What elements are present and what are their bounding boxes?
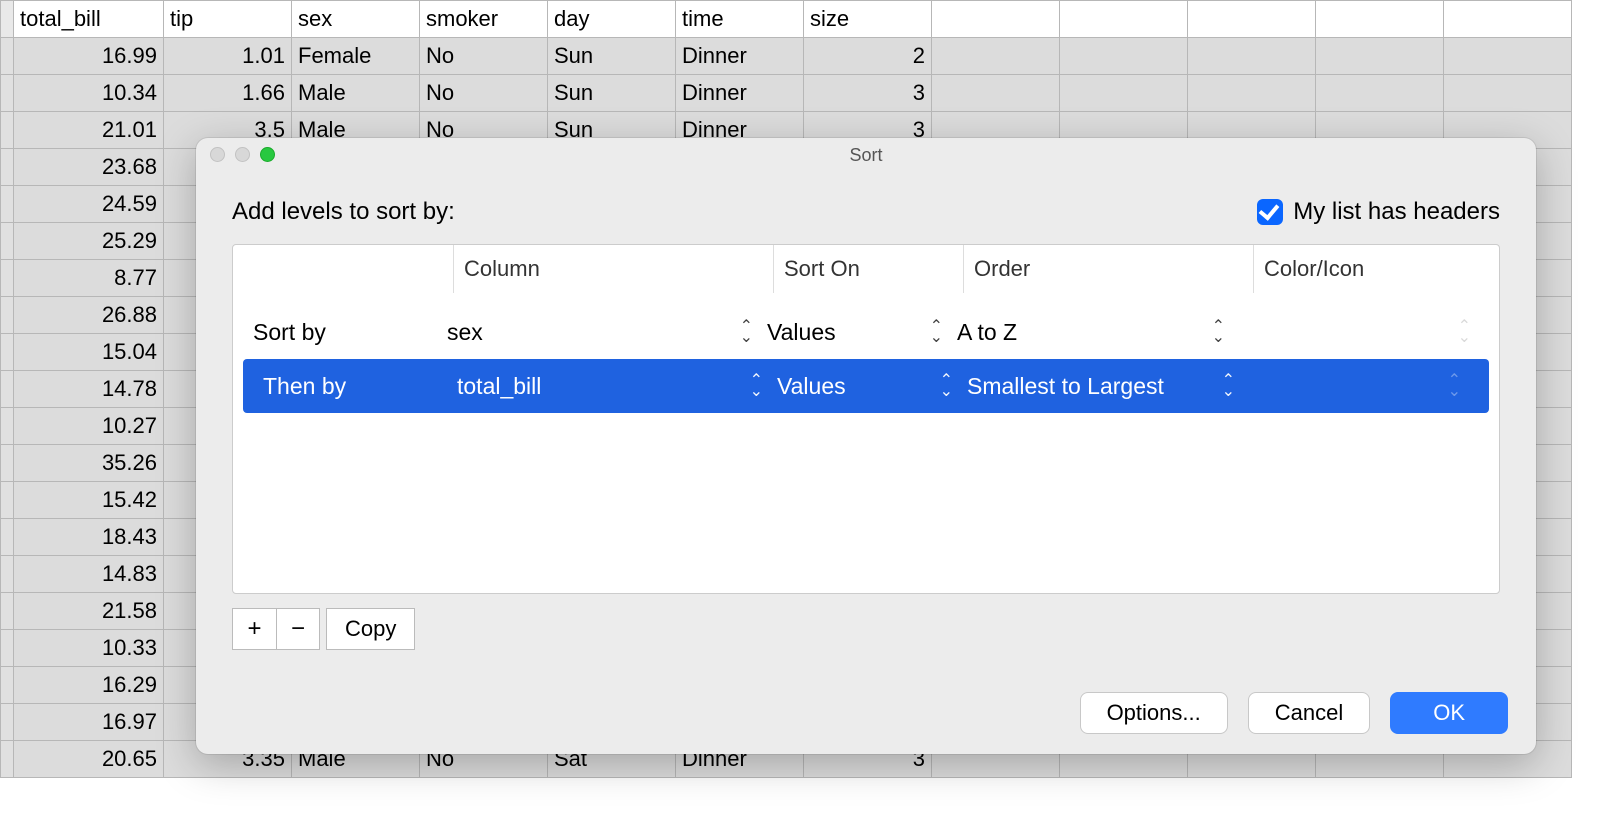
sort-dialog: Sort Add levels to sort by: My list has … [196,138,1536,754]
cell[interactable]: 1.01 [164,38,292,75]
cell[interactable]: 8.77 [14,260,164,297]
cell[interactable]: 16.29 [14,667,164,704]
coloricon-select[interactable]: ⌃⌄ [1249,377,1475,396]
cell[interactable]: 21.58 [14,593,164,630]
remove-level-button[interactable]: − [276,608,320,650]
cell[interactable]: 3 [804,75,932,112]
stepper-icon[interactable]: ⌃⌄ [1448,377,1461,396]
window-zoom-icon[interactable] [260,147,275,162]
instruction-label: Add levels to sort by: [232,198,455,226]
order-select[interactable]: Smallest to Largest⌃⌄ [967,373,1249,400]
cell[interactable]: 10.33 [14,630,164,667]
col-header-coloricon: Color/Icon [1253,245,1499,293]
col-header[interactable]: day [548,1,676,38]
cell[interactable]: 35.26 [14,445,164,482]
sorton-select[interactable]: Values⌃⌄ [777,373,967,400]
sorton-select[interactable]: Values⌃⌄ [767,319,957,346]
col-header[interactable]: sex [292,1,420,38]
stepper-icon[interactable]: ⌃⌄ [940,377,953,396]
window-close-icon[interactable] [210,147,225,162]
cell[interactable]: 18.43 [14,519,164,556]
cell[interactable]: 16.99 [14,38,164,75]
copy-level-button[interactable]: Copy [326,608,415,650]
cell[interactable]: 25.29 [14,223,164,260]
col-header-column: Column [453,245,773,293]
cell[interactable]: 26.88 [14,297,164,334]
headers-checkbox-label: My list has headers [1293,198,1500,226]
cell[interactable]: 24.59 [14,186,164,223]
column-select[interactable]: sex⌃⌄ [447,319,767,346]
header-row[interactable]: total_bill tip sex smoker day time size [1,1,1572,38]
sort-level-selected[interactable]: Then bytotal_bill⌃⌄Values⌃⌄Smallest to L… [243,359,1489,413]
col-header-sorton: Sort On [773,245,963,293]
table-row[interactable]: 16.991.01FemaleNoSunDinner2 [1,38,1572,75]
cancel-button[interactable]: Cancel [1248,692,1370,734]
cell[interactable]: Sun [548,75,676,112]
table-row[interactable]: 10.341.66MaleNoSunDinner3 [1,75,1572,112]
cell[interactable]: 15.04 [14,334,164,371]
titlebar: Sort [196,138,1536,172]
checkbox-checked-icon [1257,199,1283,225]
cell[interactable]: 14.78 [14,371,164,408]
cell[interactable]: 1.66 [164,75,292,112]
stepper-icon[interactable]: ⌃⌄ [1222,377,1235,396]
sort-levels-list: Column Sort On Order Color/Icon Sort bys… [232,244,1500,594]
level-label: Then by [257,373,457,400]
cell[interactable]: No [420,38,548,75]
ok-button[interactable]: OK [1390,692,1508,734]
options-button[interactable]: Options... [1080,692,1228,734]
col-header[interactable]: size [804,1,932,38]
order-select[interactable]: A to Z⌃⌄ [957,319,1239,346]
cell[interactable]: 2 [804,38,932,75]
window-minimize-icon[interactable] [235,147,250,162]
sort-levels-header: Column Sort On Order Color/Icon [233,245,1499,293]
cell[interactable]: 14.83 [14,556,164,593]
cell[interactable]: Male [292,75,420,112]
cell[interactable]: Sun [548,38,676,75]
col-header[interactable]: time [676,1,804,38]
dialog-title: Sort [196,145,1536,166]
cell[interactable]: 16.97 [14,704,164,741]
headers-checkbox[interactable]: My list has headers [1257,198,1500,226]
col-header-order: Order [963,245,1253,293]
stepper-icon[interactable]: ⌃⌄ [750,377,763,396]
add-level-button[interactable]: + [232,608,276,650]
stepper-icon[interactable]: ⌃⌄ [930,323,943,342]
cell[interactable]: Dinner [676,38,804,75]
cell[interactable]: 10.34 [14,75,164,112]
stepper-icon[interactable]: ⌃⌄ [1458,323,1471,342]
col-header[interactable]: tip [164,1,292,38]
level-label: Sort by [247,319,447,346]
cell[interactable]: 20.65 [14,741,164,778]
cell[interactable]: 21.01 [14,112,164,149]
cell[interactable]: Female [292,38,420,75]
col-header[interactable]: total_bill [14,1,164,38]
stepper-icon[interactable]: ⌃⌄ [1212,323,1225,342]
cell[interactable]: 10.27 [14,408,164,445]
cell[interactable]: No [420,75,548,112]
cell[interactable]: 15.42 [14,482,164,519]
coloricon-select[interactable]: ⌃⌄ [1239,323,1485,342]
column-select[interactable]: total_bill⌃⌄ [457,373,777,400]
cell[interactable]: 23.68 [14,149,164,186]
stepper-icon[interactable]: ⌃⌄ [740,323,753,342]
sort-level[interactable]: Sort bysex⌃⌄Values⌃⌄A to Z⌃⌄⌃⌄ [233,305,1499,359]
cell[interactable]: Dinner [676,75,804,112]
col-header[interactable]: smoker [420,1,548,38]
